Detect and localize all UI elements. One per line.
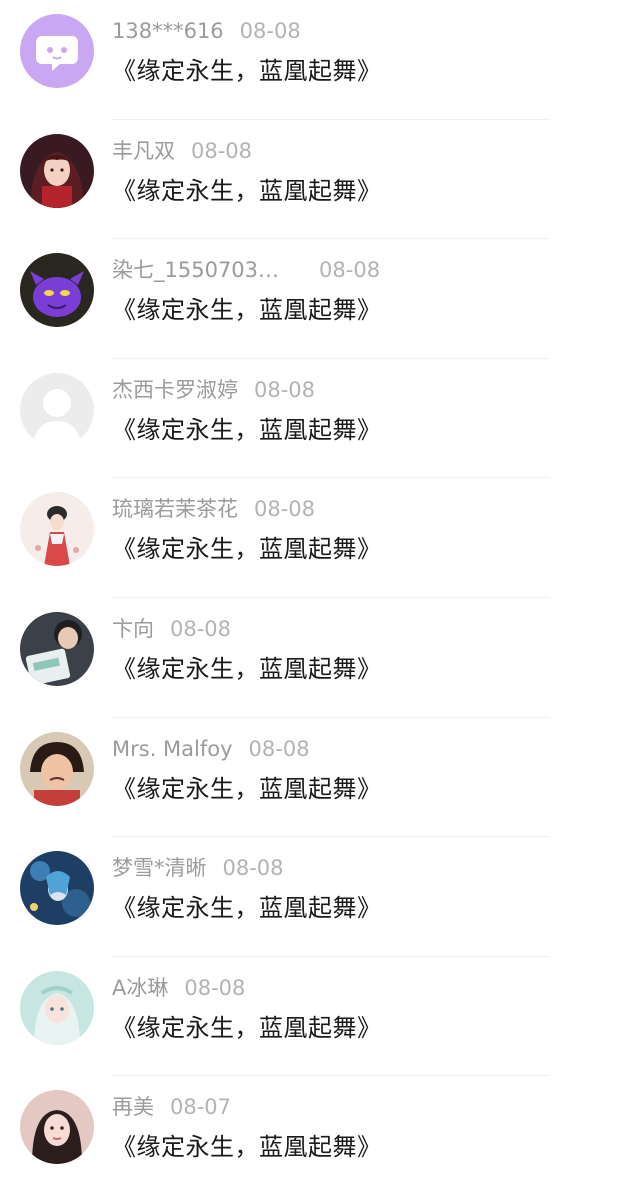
comment-meta: 再美 08-07 <box>112 1092 231 1122</box>
comment-date: 08-08 <box>254 377 316 402</box>
comment-item[interactable]: A冰琳 08-08 《缘定永生，蓝凰起舞》 <box>0 957 640 1077</box>
username[interactable]: 再美 <box>112 1092 154 1122</box>
avatar[interactable] <box>20 253 94 328</box>
comment-date: 08-08 <box>184 975 246 1000</box>
avatar[interactable] <box>20 851 94 926</box>
hanfu-girl-avatar-icon <box>20 492 94 567</box>
anime-girl-avatar-icon <box>20 133 94 208</box>
comment-text: 《缘定永生，蓝凰起舞》 <box>112 894 382 923</box>
avatar[interactable] <box>20 731 94 806</box>
avatar[interactable] <box>20 372 94 447</box>
comment-date: 08-08 <box>248 736 310 761</box>
comment-item[interactable]: 卞向 08-08 《缘定永生，蓝凰起舞》 <box>0 598 640 718</box>
comment-text: 《缘定永生，蓝凰起舞》 <box>112 535 382 564</box>
avatar[interactable] <box>20 1090 94 1165</box>
pastel-anime-girl-avatar-icon <box>20 970 94 1045</box>
comment-date: 08-08 <box>191 138 253 163</box>
comment-meta: 丰凡双 08-08 <box>112 136 252 166</box>
comment-meta: 染七_1550703… 08-08 <box>112 255 380 285</box>
username[interactable]: 染七_1550703… <box>112 255 279 285</box>
comment-date: 08-08 <box>254 497 316 522</box>
comment-item[interactable]: 染七_1550703… 08-08 《缘定永生，蓝凰起舞》 <box>0 239 640 359</box>
comment-text: 《缘定永生，蓝凰起舞》 <box>112 57 382 85</box>
purple-monster-avatar-icon <box>20 253 94 328</box>
comment-date: 08-08 <box>222 856 284 881</box>
username[interactable]: 卞向 <box>112 614 154 644</box>
woman-with-book-avatar-icon <box>20 611 94 686</box>
crying-child-avatar-icon <box>20 731 94 806</box>
comment-text: 《缘定永生，蓝凰起舞》 <box>112 176 382 205</box>
username[interactable]: Mrs. Malfoy <box>112 734 233 764</box>
comment-item[interactable]: 琉璃若茉茶花 08-08 《缘定永生，蓝凰起舞》 <box>0 478 640 598</box>
avatar[interactable] <box>20 970 94 1045</box>
comment-meta: A冰琳 08-08 <box>112 973 245 1003</box>
username[interactable]: 梦雪*清晰 <box>112 853 207 883</box>
comment-date: 08-07 <box>170 1095 232 1120</box>
chat-bubble-avatar-icon <box>20 14 94 88</box>
comment-meta: Mrs. Malfoy 08-08 <box>112 734 310 764</box>
selfie-girl-avatar-icon <box>20 1090 94 1165</box>
comment-item[interactable]: Mrs. Malfoy 08-08 《缘定永生，蓝凰起舞》 <box>0 718 640 838</box>
comment-text: 《缘定永生，蓝凰起舞》 <box>112 296 382 325</box>
comment-text: 《缘定永生，蓝凰起舞》 <box>112 1013 382 1042</box>
comment-item[interactable]: 再美 08-07 《缘定永生，蓝凰起舞》 <box>0 1076 640 1196</box>
username[interactable]: 琉璃若茉茶花 <box>112 494 238 524</box>
comment-text: 《缘定永生，蓝凰起舞》 <box>112 415 382 444</box>
comment-date: 08-08 <box>170 616 232 641</box>
comment-item[interactable]: 杰西卡罗淑婷 08-08 《缘定永生，蓝凰起舞》 <box>0 359 640 479</box>
comment-item[interactable]: 丰凡双 08-08 《缘定永生，蓝凰起舞》 <box>0 120 640 240</box>
username[interactable]: 杰西卡罗淑婷 <box>112 375 238 405</box>
username[interactable]: 138***616 <box>112 16 224 46</box>
comment-meta: 杰西卡罗淑婷 08-08 <box>112 375 315 405</box>
avatar[interactable] <box>20 14 94 88</box>
comment-meta: 138***616 08-08 <box>112 16 301 46</box>
comment-meta: 梦雪*清晰 08-08 <box>112 853 284 883</box>
default-person-avatar-icon <box>20 372 94 447</box>
username[interactable]: 丰凡双 <box>112 136 175 166</box>
avatar[interactable] <box>20 611 94 686</box>
comment-meta: 卞向 08-08 <box>112 614 231 644</box>
comment-list: 138***616 08-08 《缘定永生，蓝凰起舞》 丰凡双 08-08 《缘定永… <box>0 0 640 1196</box>
avatar[interactable] <box>20 492 94 567</box>
avatar[interactable] <box>20 133 94 208</box>
comment-meta: 琉璃若茉茶花 08-08 <box>112 494 315 524</box>
comment-text: 《缘定永生，蓝凰起舞》 <box>112 1133 382 1162</box>
comment-item[interactable]: 梦雪*清晰 08-08 《缘定永生，蓝凰起舞》 <box>0 837 640 957</box>
comment-date: 08-08 <box>319 258 381 283</box>
blue-art-girl-avatar-icon <box>20 851 94 926</box>
comment-text: 《缘定永生，蓝凰起舞》 <box>112 774 382 803</box>
comment-text: 《缘定永生，蓝凰起舞》 <box>112 654 382 683</box>
username[interactable]: A冰琳 <box>112 973 168 1003</box>
comment-item[interactable]: 138***616 08-08 《缘定永生，蓝凰起舞》 <box>0 0 640 120</box>
comment-date: 08-08 <box>239 19 301 43</box>
